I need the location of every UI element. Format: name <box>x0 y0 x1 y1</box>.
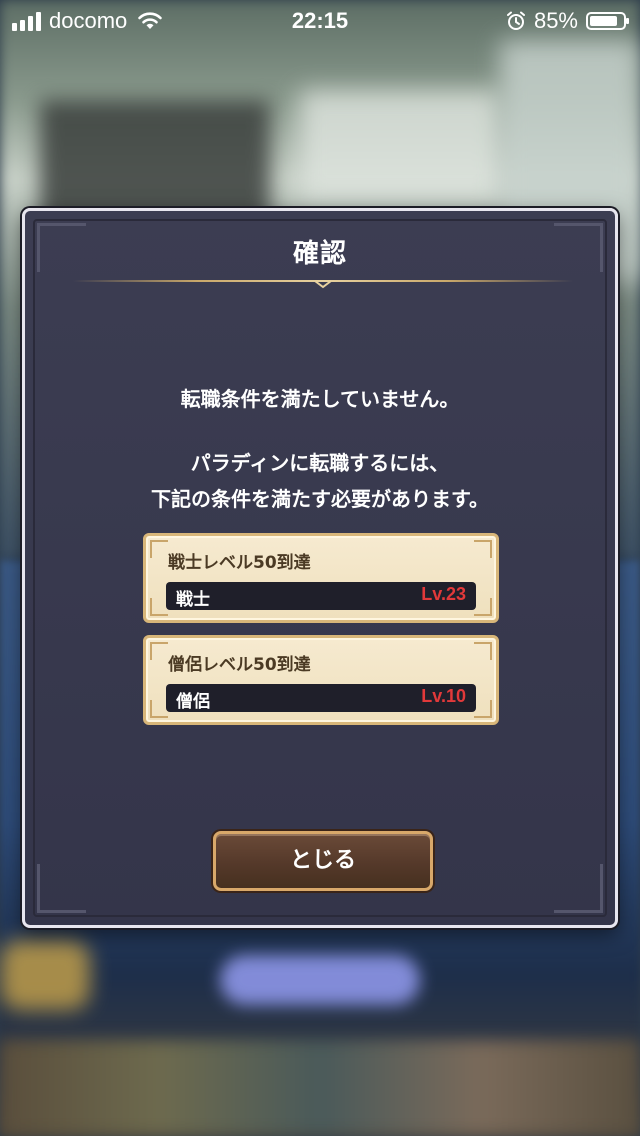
message-line: パラディンに転職するには、 <box>190 451 450 475</box>
message-line: 転職条件を満たしていません。 <box>180 387 460 411</box>
job-name: 戦士 <box>176 590 210 610</box>
frame-corner-ornament <box>37 864 86 913</box>
title-divider <box>73 277 573 293</box>
requirement-status-bar: 僧侶 Lv.10 <box>166 684 476 712</box>
requirement-title: 戦士レベル50到達 <box>168 553 311 573</box>
status-bar: docomo 22:15 85% <box>0 0 640 40</box>
requirement-title: 僧侶レベル50到達 <box>168 655 311 675</box>
current-level: Lv.23 <box>421 584 466 604</box>
dialog-message: 転職条件を満たしていません。 パラディンに転職するには、 下記の条件を満たす必要… <box>25 381 615 517</box>
job-name: 僧侶 <box>176 692 210 712</box>
dialog-title: 確認 <box>292 239 347 269</box>
close-button[interactable]: とじる <box>213 831 433 891</box>
alarm-clock-icon <box>506 11 525 30</box>
frame-corner-ornament <box>554 864 603 913</box>
current-level: Lv.10 <box>421 686 466 706</box>
divider-ornament-icon <box>314 280 332 289</box>
requirement-status-bar: 戦士 Lv.23 <box>166 582 476 610</box>
battery-percent: 85% <box>533 8 578 33</box>
message-line: 下記の条件を満たす必要があります。 <box>151 487 489 511</box>
requirement-list: 戦士レベル50到達 戦士 Lv.23 僧侶レベル50到達 僧侶 Lv.10 <box>143 533 499 737</box>
requirement-card: 戦士レベル50到達 戦士 Lv.23 <box>143 533 499 623</box>
confirm-dialog: 確認 転職条件を満たしていません。 パラディンに転職するには、 下記の条件を満た… <box>22 208 618 928</box>
requirement-card: 僧侶レベル50到達 僧侶 Lv.10 <box>143 635 499 725</box>
battery-icon <box>586 12 629 30</box>
